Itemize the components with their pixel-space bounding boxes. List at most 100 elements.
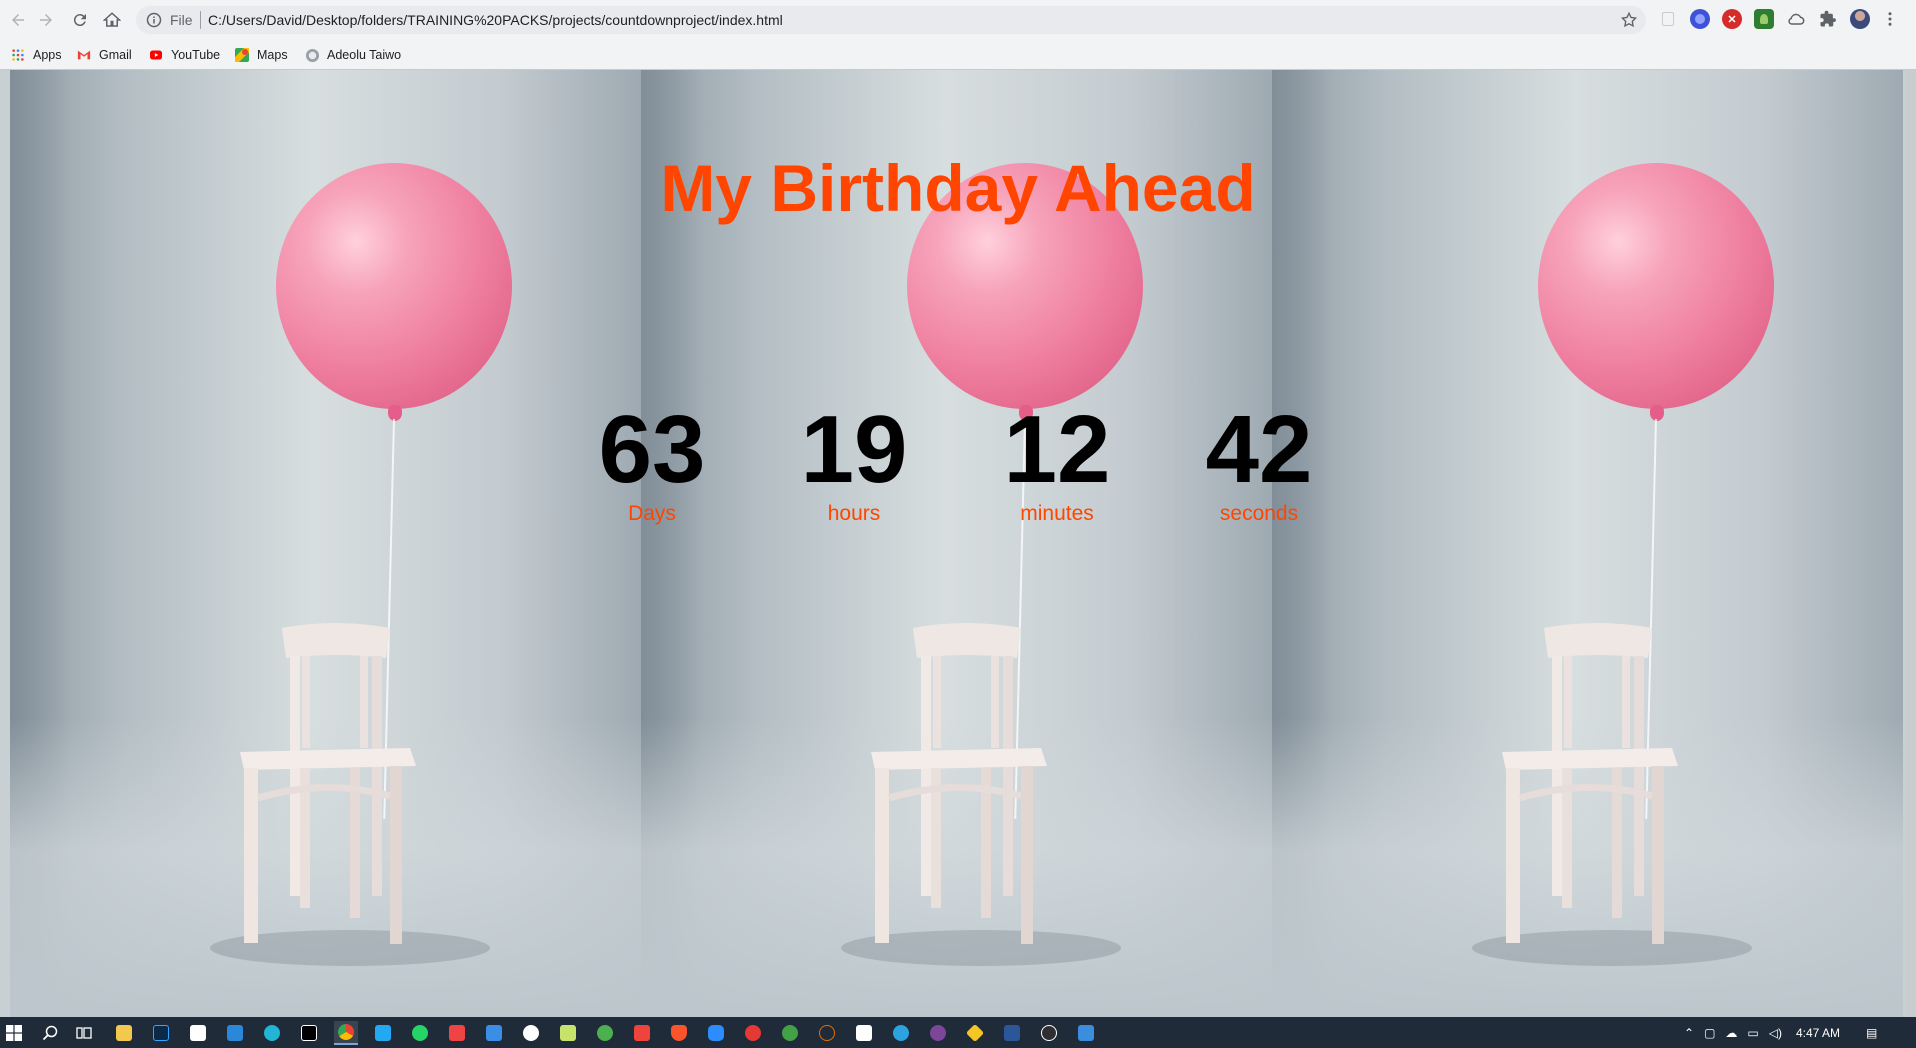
bookmark-adeolu-taiwo[interactable]: Adeolu Taiwo: [304, 44, 401, 66]
page-viewport: My Birthday Ahead 63 Days 19 hours 12 mi…: [0, 70, 1916, 1017]
java-icon: [819, 1025, 835, 1041]
chrome-icon: [338, 1024, 354, 1040]
extension-tree-icon[interactable]: [1754, 9, 1774, 29]
youtube-icon: [148, 47, 164, 63]
minutes-value: 12: [1003, 396, 1111, 503]
browser-chrome: File C:/Users/David/Desktop/folders/TRAI…: [0, 0, 1916, 70]
notion-icon: [856, 1025, 872, 1041]
system-tray: ⌃ ▢ ☁ ▭ ◁) 4:47 AM ▤: [1684, 1017, 1877, 1048]
vscode-icon: [375, 1025, 391, 1041]
clock[interactable]: 4:47 AM: [1796, 1026, 1840, 1040]
back-button[interactable]: [6, 8, 30, 32]
bookmark-label: Maps: [257, 48, 288, 62]
vscode-button[interactable]: [371, 1021, 395, 1045]
calendar-button[interactable]: [482, 1021, 506, 1045]
chrome-profile-button[interactable]: [593, 1021, 617, 1045]
minutes-label: minutes: [1020, 502, 1094, 525]
chrome-button[interactable]: [334, 1021, 358, 1045]
pycharm-button[interactable]: [297, 1021, 321, 1045]
notes-icon: [560, 1025, 576, 1041]
anydesk-button[interactable]: [630, 1021, 654, 1045]
network-icon[interactable]: ▭: [1747, 1026, 1758, 1040]
start-button[interactable]: [2, 1021, 26, 1045]
folder-icon: [116, 1025, 132, 1041]
word-icon: [1004, 1025, 1020, 1041]
volume-icon[interactable]: ◁): [1769, 1026, 1782, 1040]
brave-icon: [671, 1025, 687, 1041]
extension-red-icon[interactable]: ✕: [1722, 9, 1742, 29]
extension-blue-icon[interactable]: [1690, 9, 1710, 29]
obs-button[interactable]: [1037, 1021, 1061, 1045]
bookmark-label: Gmail: [99, 48, 132, 62]
notes-button[interactable]: [556, 1021, 580, 1045]
windows-taskbar: ⌃ ▢ ☁ ▭ ◁) 4:47 AM ▤: [0, 1017, 1916, 1048]
pdf-reader-button[interactable]: [445, 1021, 469, 1045]
file-explorer-button[interactable]: [112, 1021, 136, 1045]
browser-menu-icon[interactable]: [1880, 9, 1900, 29]
search-button[interactable]: [38, 1021, 62, 1045]
extension-doc-icon[interactable]: [1658, 9, 1678, 29]
chair-image: [871, 623, 1047, 944]
telegram-button[interactable]: [889, 1021, 913, 1045]
maps-icon: [234, 47, 250, 63]
git-button[interactable]: [963, 1021, 987, 1045]
search-icon: [42, 1025, 58, 1041]
zoom-icon: [708, 1025, 724, 1041]
zoom-button[interactable]: [704, 1021, 728, 1045]
hours-value: 19: [800, 396, 908, 503]
brave-button[interactable]: [667, 1021, 691, 1045]
bookmark-youtube[interactable]: YouTube: [148, 44, 220, 66]
seconds-value: 42: [1205, 396, 1313, 503]
word-button[interactable]: [1000, 1021, 1024, 1045]
extension-cloud-icon[interactable]: [1786, 9, 1806, 29]
chevron-up-icon[interactable]: ⌃: [1684, 1026, 1694, 1040]
mail-button[interactable]: [223, 1021, 247, 1045]
photoshop-button[interactable]: [149, 1021, 173, 1045]
notion-button[interactable]: [852, 1021, 876, 1045]
whatsapp-icon: [412, 1025, 428, 1041]
extensions-puzzle-icon[interactable]: [1818, 9, 1838, 29]
anydesk-icon: [634, 1025, 650, 1041]
home-button[interactable]: [100, 8, 124, 32]
photoshop-icon: [153, 1025, 169, 1041]
omnibox-separator: [200, 11, 201, 29]
reload-button[interactable]: [68, 8, 92, 32]
days-value: 63: [598, 396, 706, 503]
task-view-icon: [76, 1027, 92, 1039]
onedrive-cloud-icon[interactable]: ☁: [1725, 1026, 1737, 1040]
task-view-button[interactable]: [72, 1021, 96, 1045]
whatsapp-button[interactable]: [408, 1021, 432, 1045]
reload-icon: [73, 14, 86, 27]
notifications-icon[interactable]: ▤: [1866, 1026, 1877, 1040]
globe-icon: [304, 47, 320, 63]
calendar-icon: [486, 1025, 502, 1041]
bookmark-apps[interactable]: Apps: [10, 44, 62, 66]
chrome-green-button[interactable]: [778, 1021, 802, 1045]
java-button[interactable]: [815, 1021, 839, 1045]
store-button[interactable]: [186, 1021, 210, 1045]
meet-now-icon[interactable]: ▢: [1704, 1026, 1715, 1040]
info-icon[interactable]: [146, 12, 162, 28]
git-icon: [965, 1023, 985, 1043]
bookmark-gmail[interactable]: Gmail: [76, 44, 132, 66]
edge-button[interactable]: [260, 1021, 284, 1045]
tor-button[interactable]: [926, 1021, 950, 1045]
store-icon: [190, 1025, 206, 1041]
app-green-dot-button[interactable]: [519, 1021, 543, 1045]
browser-toolbar: File C:/Users/David/Desktop/folders/TRAI…: [0, 0, 1916, 40]
mail-icon: [227, 1025, 243, 1041]
forward-arrow-icon: [40, 14, 52, 26]
chrome-green-icon: [597, 1025, 613, 1041]
bookmark-star-icon[interactable]: [1620, 11, 1638, 29]
address-bar[interactable]: File C:/Users/David/Desktop/folders/TRAI…: [136, 6, 1646, 34]
forward-button[interactable]: [34, 8, 58, 32]
scheme-label: File: [170, 12, 193, 28]
app-red-circle-button[interactable]: [741, 1021, 765, 1045]
profile-avatar[interactable]: [1850, 9, 1870, 29]
chrome-green-icon: [782, 1025, 798, 1041]
url-text[interactable]: C:/Users/David/Desktop/folders/TRAINING%…: [208, 12, 783, 28]
chair-image: [1502, 623, 1678, 944]
bookmark-maps[interactable]: Maps: [234, 44, 288, 66]
apps-grid-icon: [10, 47, 26, 63]
photos-button[interactable]: [1074, 1021, 1098, 1045]
